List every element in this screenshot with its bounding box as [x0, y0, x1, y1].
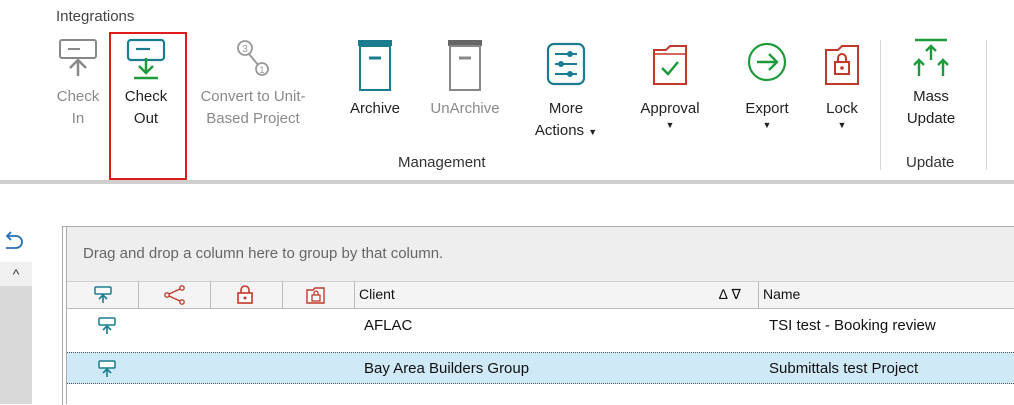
- lock-button[interactable]: Lock ▼: [812, 36, 872, 130]
- convert-icon: 3 1: [237, 40, 269, 76]
- archive-button[interactable]: Archive: [340, 36, 410, 120]
- check-in-button[interactable]: Check In: [52, 36, 104, 130]
- approval-button[interactable]: Approval ▼: [630, 36, 710, 130]
- column-header-name-label: Name: [763, 286, 801, 302]
- column-header-name[interactable]: Name: [759, 282, 1014, 308]
- export-button[interactable]: Export ▼: [732, 36, 802, 130]
- table-row[interactable]: AFLAC TSI test - Booking review: [67, 310, 1014, 342]
- group-by-panel[interactable]: Drag and drop a column here to group by …: [67, 227, 1014, 282]
- share-icon: [164, 285, 185, 305]
- convert-label-2: Based Project: [206, 110, 300, 127]
- more-actions-button[interactable]: More Actions ▼: [524, 36, 608, 143]
- convert-button[interactable]: 3 1 Convert to Unit- Based Project: [190, 36, 316, 130]
- chevron-down-icon: ▼: [665, 120, 675, 130]
- sort-filter-icon[interactable]: ∆ ∇: [719, 286, 741, 303]
- more-actions-label-1: More: [548, 100, 584, 117]
- check-in-icon: [98, 360, 116, 377]
- multi-arrow-up-icon: [913, 38, 949, 76]
- cell-client: Bay Area Builders Group: [364, 360, 530, 377]
- lock-icon: [237, 285, 253, 304]
- group-separator: [880, 40, 881, 170]
- svg-text:1: 1: [259, 65, 264, 75]
- export-label: Export: [745, 100, 789, 117]
- scroll-up-icon[interactable]: ^: [0, 262, 32, 286]
- chevron-down-icon: ▼: [762, 120, 772, 130]
- table-row-selected[interactable]: Bay Area Builders Group Submittals test …: [67, 352, 1014, 384]
- lock-label: Lock: [826, 100, 858, 117]
- undo-arrow-icon[interactable]: [2, 230, 24, 250]
- vertical-scrollbar[interactable]: ^: [0, 262, 32, 404]
- column-header-checkout[interactable]: [67, 282, 139, 308]
- column-header-client[interactable]: Client ∆ ∇: [355, 282, 759, 308]
- more-actions-label-2: Actions ▼: [524, 120, 608, 143]
- group-by-hint: Drag and drop a column here to group by …: [83, 245, 444, 262]
- svg-text:3: 3: [242, 44, 248, 55]
- grid-header: Client ∆ ∇ Name: [67, 282, 1014, 309]
- folder-lock-icon: [825, 45, 859, 85]
- mass-update-label-2: Update: [906, 110, 956, 127]
- mass-update-button[interactable]: Mass Update: [896, 36, 966, 130]
- unarchive-box-icon: [448, 40, 482, 91]
- unarchive-button[interactable]: UnArchive: [420, 36, 510, 120]
- archive-box-icon: [358, 40, 392, 91]
- mass-update-label-1: Mass: [913, 88, 949, 105]
- ribbon-divider: [0, 180, 1014, 184]
- group-separator: [986, 40, 987, 170]
- column-header-folder-lock[interactable]: [283, 282, 355, 308]
- ribbon: Integrations Check In Check Out 3 1 Conv…: [0, 0, 1014, 184]
- chevron-down-icon: ▼: [588, 127, 598, 137]
- folder-lock-icon: [306, 287, 325, 304]
- column-header-lock[interactable]: [211, 282, 283, 308]
- group-label-management: Management: [398, 154, 486, 171]
- archive-label: Archive: [349, 100, 401, 117]
- cell-client: AFLAC: [364, 317, 413, 334]
- column-header-share[interactable]: [139, 282, 211, 308]
- check-in-icon: [94, 286, 112, 303]
- convert-label-1: Convert to Unit-: [200, 88, 306, 105]
- cell-name: Submittals test Project: [769, 360, 919, 377]
- column-header-client-label: Client: [359, 286, 395, 302]
- folder-check-icon: [653, 45, 687, 85]
- check-out-highlight: [109, 32, 187, 180]
- approval-label: Approval: [640, 100, 700, 117]
- ribbon-tab-label: Integrations: [56, 8, 135, 25]
- check-in-label-2: In: [71, 110, 85, 127]
- chevron-down-icon: ▼: [837, 120, 847, 130]
- more-actions-label-text: Actions: [534, 122, 585, 139]
- check-in-label-1: Check: [56, 88, 100, 105]
- check-in-icon: [98, 317, 116, 334]
- group-label-update: Update: [906, 154, 955, 171]
- unarchive-label: UnArchive: [430, 100, 500, 117]
- sliders-icon: [546, 42, 586, 86]
- cell-name: TSI test - Booking review: [769, 317, 936, 334]
- arrow-circle-icon: [747, 42, 787, 82]
- check-in-icon: [59, 39, 97, 76]
